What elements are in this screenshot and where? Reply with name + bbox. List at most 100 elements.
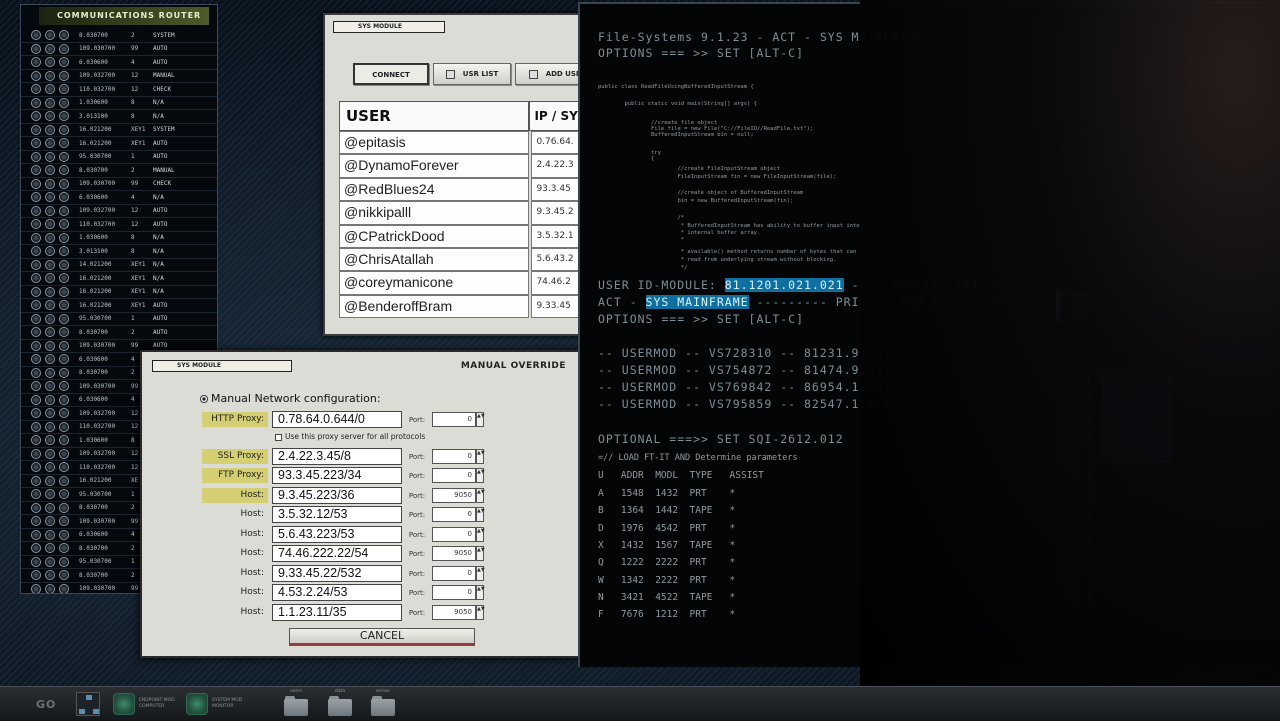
router-toggle-icon[interactable] <box>31 192 41 203</box>
router-row[interactable]: 16.021200 XEY1 AUTO <box>21 299 217 313</box>
router-row[interactable]: 6.030600 4 AUTO <box>21 56 217 70</box>
port-field[interactable]: 9050 <box>432 488 476 503</box>
folder-users-icon[interactable]: users <box>283 689 309 719</box>
router-toggle-icon[interactable] <box>45 205 55 216</box>
router-toggle-icon[interactable] <box>45 489 55 500</box>
user-row[interactable]: @coreymanicone 74.46.2 <box>339 271 583 295</box>
network-icon[interactable] <box>76 692 100 716</box>
router-toggle-icon[interactable] <box>45 165 55 176</box>
router-toggle-icon[interactable] <box>45 219 55 230</box>
router-toggle-icon[interactable] <box>59 529 69 540</box>
port-spinner-icon[interactable]: ▲▼ <box>476 412 485 427</box>
port-field[interactable]: 0 <box>432 507 476 522</box>
router-toggle-icon[interactable] <box>31 151 41 162</box>
router-toggle-icon[interactable] <box>59 57 69 68</box>
router-toggle-icon[interactable] <box>45 435 55 446</box>
router-toggle-icon[interactable] <box>31 138 41 149</box>
proxy-value-field[interactable]: 1.1.23.11/35 <box>272 604 402 621</box>
port-field[interactable]: 0 <box>432 468 476 483</box>
router-toggle-icon[interactable] <box>31 556 41 567</box>
proxy-value-field[interactable]: 4.53.2.24/53 <box>272 584 402 601</box>
router-toggle-icon[interactable] <box>31 529 41 540</box>
port-spinner-icon[interactable]: ▲▼ <box>476 546 485 561</box>
router-toggle-icon[interactable] <box>45 448 55 459</box>
router-toggle-icon[interactable] <box>31 583 41 593</box>
router-toggle-icon[interactable] <box>59 43 69 54</box>
proxy-value-field[interactable]: 5.6.43.223/53 <box>272 526 402 543</box>
all-protocols-checkbox[interactable]: Use this proxy server for all protocols <box>275 432 425 441</box>
port-spinner-icon[interactable]: ▲▼ <box>476 585 485 600</box>
router-toggle-icon[interactable] <box>59 448 69 459</box>
router-toggle-icon[interactable] <box>45 192 55 203</box>
user-row[interactable]: @DynamoForever 2.4.22.3 <box>339 154 583 178</box>
router-toggle-icon[interactable] <box>45 232 55 243</box>
router-row[interactable]: 3.013100 8 N/A <box>21 245 217 259</box>
router-toggle-icon[interactable] <box>31 448 41 459</box>
proxy-value-field[interactable]: 2.4.22.3.45/8 <box>272 448 402 465</box>
router-toggle-icon[interactable] <box>45 394 55 405</box>
act-value[interactable]: SYS MAINFRAME <box>645 295 749 309</box>
router-toggle-icon[interactable] <box>31 313 41 324</box>
proxy-value-field[interactable]: 3.5.32.12/53 <box>272 506 402 523</box>
router-toggle-icon[interactable] <box>59 570 69 581</box>
router-row[interactable]: 109.032700 12 MANUAL <box>21 70 217 83</box>
port-spinner-icon[interactable]: ▲▼ <box>476 527 485 542</box>
proxy-value-field[interactable]: 9.33.45.22/532 <box>272 565 402 582</box>
router-toggle-icon[interactable] <box>59 246 69 257</box>
router-toggle-icon[interactable] <box>45 151 55 162</box>
port-field[interactable]: 0 <box>432 412 476 427</box>
router-toggle-icon[interactable] <box>31 30 41 41</box>
router-toggle-icon[interactable] <box>45 556 55 567</box>
router-toggle-icon[interactable] <box>45 462 55 473</box>
router-toggle-icon[interactable] <box>59 111 69 122</box>
folder-data-icon[interactable]: data <box>327 689 353 719</box>
router-toggle-icon[interactable] <box>31 286 41 297</box>
add-user-button[interactable]: ADD USR <box>515 63 583 85</box>
router-toggle-icon[interactable] <box>31 70 41 81</box>
router-toggle-icon[interactable] <box>31 408 41 419</box>
router-toggle-icon[interactable] <box>31 489 41 500</box>
router-toggle-icon[interactable] <box>45 70 55 81</box>
router-toggle-icon[interactable] <box>31 165 41 176</box>
router-toggle-icon[interactable] <box>31 327 41 338</box>
router-row[interactable]: 8.030700 2 MANUAL <box>21 164 217 178</box>
router-row[interactable]: 109.030700 99 CHECK <box>21 178 217 191</box>
router-toggle-icon[interactable] <box>59 273 69 284</box>
port-spinner-icon[interactable]: ▲▼ <box>476 449 485 464</box>
port-field[interactable]: 0 <box>432 566 476 581</box>
router-row[interactable]: 95.030700 1 AUTO <box>21 151 217 164</box>
router-toggle-icon[interactable] <box>31 421 41 432</box>
router-toggle-icon[interactable] <box>59 489 69 500</box>
manual-network-radio[interactable]: Manual Network configuration: <box>200 392 381 405</box>
user-row[interactable]: @ChrisAtallah 5.6.43.2 <box>339 247 583 272</box>
router-toggle-icon[interactable] <box>59 70 69 81</box>
router-toggle-icon[interactable] <box>45 111 55 122</box>
router-row[interactable]: 8.030700 2 AUTO <box>21 326 217 340</box>
router-toggle-icon[interactable] <box>59 354 69 365</box>
router-toggle-icon[interactable] <box>45 138 55 149</box>
router-toggle-icon[interactable] <box>31 394 41 405</box>
router-toggle-icon[interactable] <box>45 570 55 581</box>
router-toggle-icon[interactable] <box>59 138 69 149</box>
router-row[interactable]: 109.030700 99 AUTO <box>21 43 217 56</box>
router-toggle-icon[interactable] <box>31 111 41 122</box>
router-toggle-icon[interactable] <box>45 502 55 513</box>
router-toggle-icon[interactable] <box>45 529 55 540</box>
router-toggle-icon[interactable] <box>31 435 41 446</box>
router-toggle-icon[interactable] <box>31 502 41 513</box>
router-toggle-icon[interactable] <box>45 97 55 108</box>
router-toggle-icon[interactable] <box>45 516 55 527</box>
router-row[interactable]: 1.030600 8 N/A <box>21 97 217 110</box>
router-toggle-icon[interactable] <box>59 232 69 243</box>
router-toggle-icon[interactable] <box>31 43 41 54</box>
router-toggle-icon[interactable] <box>45 30 55 41</box>
router-toggle-icon[interactable] <box>59 502 69 513</box>
router-toggle-icon[interactable] <box>59 421 69 432</box>
router-row[interactable]: 14.021200 XEY1 N/A <box>21 259 217 272</box>
router-toggle-icon[interactable] <box>31 273 41 284</box>
router-row[interactable]: 16.021200 XEY1 N/A <box>21 286 217 299</box>
router-toggle-icon[interactable] <box>31 259 41 270</box>
router-toggle-icon[interactable] <box>59 583 69 593</box>
router-toggle-icon[interactable] <box>31 516 41 527</box>
router-toggle-icon[interactable] <box>31 462 41 473</box>
